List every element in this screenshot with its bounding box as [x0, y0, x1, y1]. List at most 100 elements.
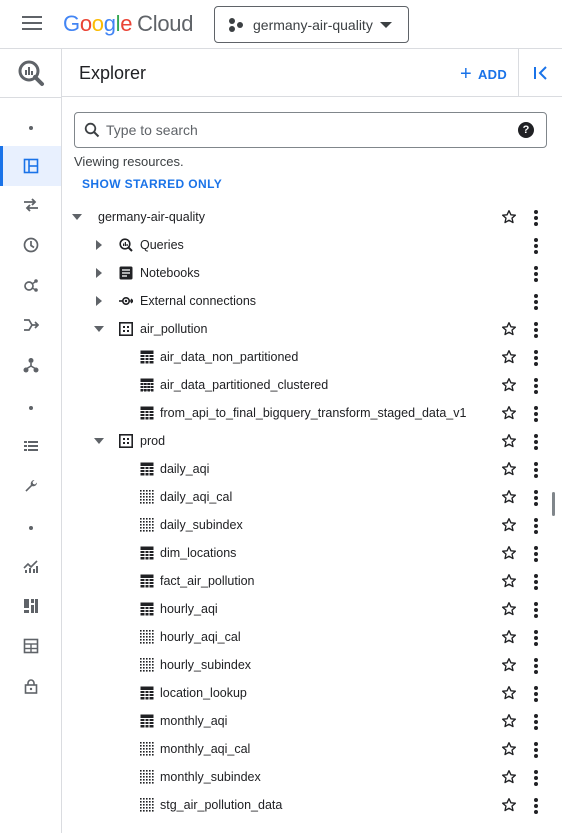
more-vert-icon[interactable] [530, 769, 542, 786]
tree-row-hourly-aqi[interactable]: hourly_aqi [62, 595, 562, 623]
more-vert-icon[interactable] [530, 405, 542, 422]
list-icon[interactable] [0, 426, 61, 466]
star-icon[interactable] [501, 545, 517, 561]
tree-row-monthly-aqi-cal[interactable]: monthly_aqi_cal [62, 735, 562, 763]
tree-row-stg-air-pollution-data[interactable]: stg_air_pollution_data [62, 791, 562, 819]
star-icon[interactable] [501, 209, 517, 225]
star-icon[interactable] [501, 629, 517, 645]
tree-row-air-data-non-partitioned[interactable]: air_data_non_partitioned [62, 343, 562, 371]
transfer-icon[interactable] [0, 185, 61, 225]
search-box[interactable]: ? [74, 112, 547, 148]
more-vert-icon[interactable] [530, 545, 542, 562]
add-button[interactable]: + ADD [460, 64, 507, 84]
star-icon[interactable] [501, 405, 517, 421]
google-cloud-logo[interactable]: Google Cloud [63, 11, 193, 37]
more-vert-icon[interactable] [530, 517, 542, 534]
star-icon[interactable] [501, 321, 517, 337]
history-icon[interactable] [0, 225, 61, 265]
more-vert-icon[interactable] [530, 741, 542, 758]
tree-row-fact-air-pollution[interactable]: fact_air_pollution [62, 567, 562, 595]
tree-row-prod[interactable]: prod [62, 427, 562, 455]
star-icon[interactable] [501, 433, 517, 449]
top-bar: Google Cloud germany-air-quality [0, 0, 562, 48]
tree-row-label: from_api_to_final_bigquery_transform_sta… [160, 406, 467, 420]
star-icon[interactable] [501, 741, 517, 757]
partitioned-table-icon [140, 378, 154, 392]
tree-row-monthly-subindex[interactable]: monthly_subindex [62, 763, 562, 791]
star-icon[interactable] [501, 657, 517, 673]
wrench-icon[interactable] [0, 466, 61, 506]
star-icon[interactable] [501, 601, 517, 617]
more-vert-icon[interactable] [530, 573, 542, 590]
star-icon[interactable] [501, 769, 517, 785]
show-starred-only-button[interactable]: SHOW STARRED ONLY [82, 177, 222, 191]
project-icon [229, 17, 245, 32]
view-icon [140, 742, 154, 756]
expand-more-icon[interactable] [94, 326, 104, 332]
star-icon[interactable] [501, 377, 517, 393]
project-picker[interactable]: germany-air-quality [214, 6, 409, 43]
more-vert-icon[interactable] [530, 489, 542, 506]
tree-row-germany-air-quality[interactable]: germany-air-quality [62, 203, 562, 231]
more-vert-icon[interactable] [530, 293, 542, 310]
star-icon[interactable] [501, 489, 517, 505]
explorer-icon[interactable] [0, 146, 61, 186]
more-vert-icon[interactable] [530, 685, 542, 702]
analytics-hub-icon[interactable] [0, 265, 61, 305]
chevron-right-icon[interactable] [96, 296, 102, 306]
help-icon[interactable]: ? [518, 122, 534, 138]
chevron-right-icon[interactable] [96, 240, 102, 250]
more-vert-icon[interactable] [530, 209, 542, 226]
bigquery-icon[interactable] [0, 49, 61, 97]
collapse-panel-icon[interactable] [531, 63, 551, 83]
star-icon[interactable] [501, 517, 517, 533]
more-vert-icon[interactable] [530, 321, 542, 338]
main-menu-icon[interactable] [22, 16, 42, 32]
table-admin-icon[interactable] [0, 626, 61, 666]
tree-row-queries[interactable]: Queries [62, 231, 562, 259]
tree-row-air-pollution[interactable]: air_pollution [62, 315, 562, 343]
more-vert-icon[interactable] [530, 713, 542, 730]
star-icon[interactable] [501, 713, 517, 729]
tree-row-daily-subindex[interactable]: daily_subindex [62, 511, 562, 539]
more-vert-icon[interactable] [530, 433, 542, 450]
lock-icon[interactable] [0, 666, 61, 706]
tree-row-daily-aqi-cal[interactable]: daily_aqi_cal [62, 483, 562, 511]
tree-row-from-api-to-final-bigquery-transform-staged-data-v1[interactable]: from_api_to_final_bigquery_transform_sta… [62, 399, 562, 427]
expand-more-icon[interactable] [72, 214, 82, 220]
tree-row-daily-aqi[interactable]: daily_aqi [62, 455, 562, 483]
more-vert-icon[interactable] [530, 461, 542, 478]
tree-row-monthly-aqi[interactable]: monthly_aqi [62, 707, 562, 735]
logo-suffix: Cloud [137, 11, 194, 36]
search-input[interactable] [106, 122, 518, 138]
tree-row-location-lookup[interactable]: location_lookup [62, 679, 562, 707]
more-vert-icon[interactable] [530, 377, 542, 394]
workflow-icon[interactable] [0, 345, 61, 385]
tree-row-hourly-subindex[interactable]: hourly_subindex [62, 651, 562, 679]
tree-row-hourly-aqi-cal[interactable]: hourly_aqi_cal [62, 623, 562, 651]
star-icon[interactable] [501, 797, 517, 813]
more-vert-icon[interactable] [530, 797, 542, 814]
tree-row-dim-locations[interactable]: dim_locations [62, 539, 562, 567]
tree-row-notebooks[interactable]: Notebooks [62, 259, 562, 287]
dataset-icon [119, 322, 133, 336]
chevron-right-icon[interactable] [96, 268, 102, 278]
tree-row-external-connections[interactable]: External connections [62, 287, 562, 315]
more-vert-icon[interactable] [530, 629, 542, 646]
star-icon[interactable] [501, 685, 517, 701]
star-icon[interactable] [501, 573, 517, 589]
dataflow-icon[interactable] [0, 305, 61, 345]
more-vert-icon[interactable] [530, 237, 542, 254]
monitoring-icon[interactable] [0, 546, 61, 586]
tree-row-air-data-partitioned-clustered[interactable]: air_data_partitioned_clustered [62, 371, 562, 399]
more-vert-icon[interactable] [530, 265, 542, 282]
more-vert-icon[interactable] [530, 349, 542, 366]
view-icon [140, 798, 154, 812]
more-vert-icon[interactable] [530, 601, 542, 618]
dashboard-icon[interactable] [0, 586, 61, 626]
scrollbar-thumb[interactable] [552, 492, 555, 516]
more-vert-icon[interactable] [530, 657, 542, 674]
star-icon[interactable] [501, 461, 517, 477]
expand-more-icon[interactable] [94, 438, 104, 444]
star-icon[interactable] [501, 349, 517, 365]
